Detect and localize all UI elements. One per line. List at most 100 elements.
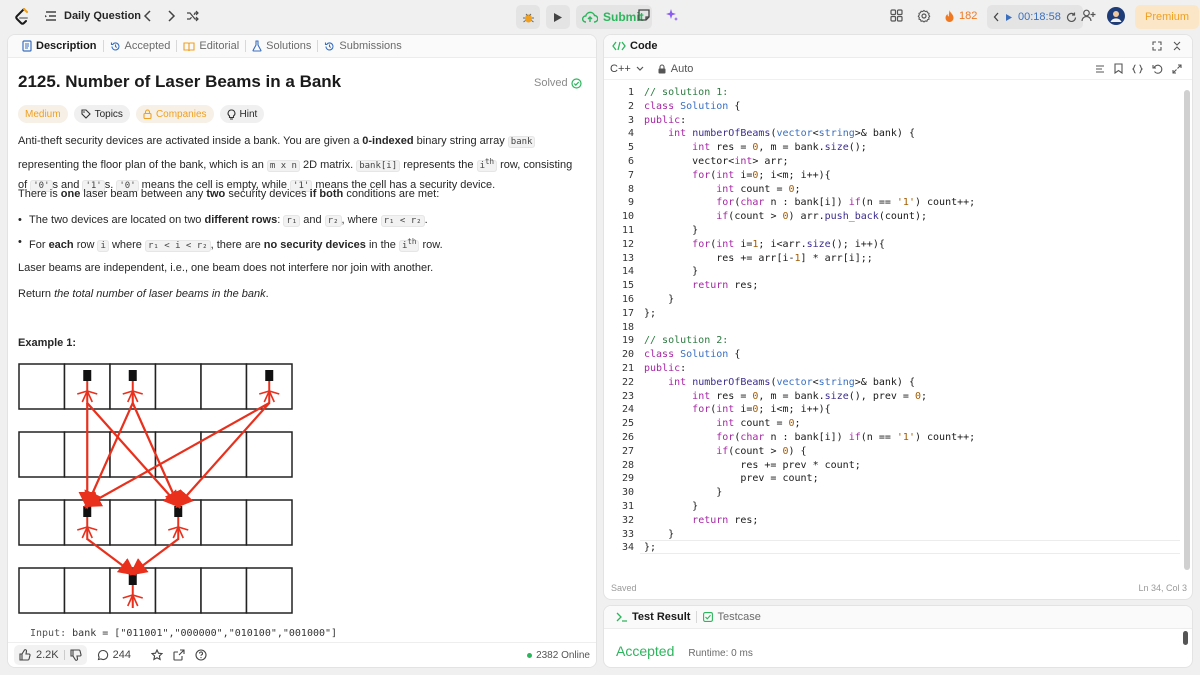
settings-button[interactable]	[917, 9, 931, 23]
text-run: representing the floor plan of the bank,…	[18, 159, 267, 171]
avatar[interactable]	[1107, 7, 1125, 25]
inline-code: r₁ < r₂	[380, 215, 425, 227]
divider	[63, 650, 65, 660]
debug-button[interactable]	[516, 5, 540, 29]
code-line: for(char n : bank[i]) if(n == '1') count…	[716, 197, 976, 209]
thumbs-up-icon	[19, 649, 31, 661]
bank-cell	[109, 499, 157, 546]
text-run: row	[73, 239, 98, 251]
gear-icon	[917, 9, 931, 23]
bank-cell	[200, 363, 248, 410]
description-paragraph-2: There is one laser beam between any two …	[18, 185, 578, 204]
comment-count: 244	[112, 649, 131, 661]
auto-mode[interactable]: Auto	[658, 62, 694, 75]
bookmark-icon[interactable]	[1114, 63, 1123, 74]
undo-icon[interactable]	[1152, 63, 1163, 74]
text-run: , there are	[210, 239, 264, 251]
logo-icon[interactable]	[14, 8, 30, 26]
tab-code[interactable]: Code	[610, 40, 664, 52]
add-user-icon	[1081, 9, 1096, 22]
scrollbar[interactable]	[1184, 90, 1190, 570]
text-run: .	[424, 214, 428, 226]
comments-button[interactable]: 244	[97, 649, 131, 661]
play-icon[interactable]	[1005, 13, 1013, 22]
text-run: Anti-theft security devices are activate…	[18, 135, 363, 147]
help-icon[interactable]	[195, 649, 207, 661]
superscript: th	[485, 157, 495, 166]
random-question-button[interactable]	[186, 10, 199, 22]
text-run: 2D matrix.	[299, 159, 357, 171]
tab-description[interactable]: Description	[16, 40, 103, 52]
difficulty-tag[interactable]: Medium	[18, 105, 68, 123]
share-icon[interactable]	[173, 649, 185, 661]
security-device	[128, 574, 137, 585]
current-line-highlight	[640, 540, 1180, 554]
inline-code: r₁	[283, 215, 301, 227]
problem-list-button[interactable]: Daily Question	[44, 9, 141, 23]
hint-label: Hint	[239, 108, 258, 120]
line-number: 20	[621, 349, 634, 361]
timer-widget[interactable]: 00:18:58	[987, 5, 1083, 29]
code-line: int count = 0;	[716, 183, 801, 195]
expand-icon[interactable]	[1152, 41, 1162, 51]
tab-editorial[interactable]: Editorial	[177, 40, 245, 52]
add-friend-button[interactable]	[1081, 9, 1096, 22]
prev-question-button[interactable]	[143, 10, 153, 22]
hint-tag[interactable]: Hint	[219, 105, 265, 123]
tab-submissions[interactable]: Submissions	[318, 40, 407, 52]
next-question-button[interactable]	[166, 10, 176, 22]
tab-solutions[interactable]: Solutions	[246, 40, 317, 52]
auto-label: Auto	[670, 62, 694, 75]
chevron-left-icon	[143, 10, 153, 22]
text-run: security devices	[225, 188, 310, 200]
line-number: 1	[627, 87, 634, 98]
text-run: laser beam between any	[80, 188, 207, 200]
tab-test-result[interactable]: Test Result	[610, 611, 696, 623]
history-icon	[324, 41, 335, 52]
tab-testcase[interactable]: Testcase	[697, 611, 766, 623]
chevron-left-icon[interactable]	[993, 12, 1000, 22]
collapse-icon[interactable]	[1172, 41, 1182, 51]
text-run: conditions are met:	[343, 188, 440, 200]
code-line: class Solution {	[644, 349, 741, 361]
companies-tag[interactable]: Companies	[135, 105, 214, 123]
star-icon[interactable]	[151, 649, 163, 661]
layout-button[interactable]	[890, 9, 903, 22]
online-status: 2382 Online	[527, 650, 590, 661]
braces-icon[interactable]	[1132, 63, 1143, 74]
reset-icon[interactable]	[1066, 12, 1077, 23]
scrollbar[interactable]	[1183, 631, 1188, 645]
code-line: prev = count;	[644, 473, 819, 485]
solved-status: Solved	[534, 77, 582, 89]
inline-code: r₁ < i < r₂	[144, 240, 211, 252]
premium-button[interactable]: Premium	[1135, 5, 1200, 29]
code-line: // solution 2:	[644, 335, 729, 347]
run-button[interactable]	[546, 5, 570, 29]
list-item: The two devices are located on two diffe…	[18, 211, 428, 230]
thumbs-down-icon[interactable]	[70, 649, 82, 661]
text-run: binary string array	[413, 135, 508, 147]
testcase-label: Testcase	[717, 611, 761, 623]
line-number: 8	[627, 183, 634, 195]
format-icon[interactable]	[1095, 63, 1105, 74]
text-bold: two	[206, 188, 226, 200]
lightbulb-icon	[227, 108, 236, 120]
language-select[interactable]: C++	[610, 63, 644, 75]
ai-assistant-button[interactable]	[665, 8, 679, 22]
security-device	[265, 370, 274, 381]
code-line: if(count > 0) {	[716, 445, 807, 457]
topics-tag[interactable]: Topics	[73, 105, 130, 123]
notes-button[interactable]	[637, 8, 651, 22]
checkbox-icon	[703, 612, 714, 622]
lock-icon	[658, 63, 666, 74]
fullscreen-icon[interactable]	[1172, 63, 1182, 74]
code-line: res += arr[i-1] * arr[i];;	[644, 252, 873, 264]
code-line: return res;	[692, 280, 759, 292]
example-title: Example 1:	[18, 337, 77, 349]
streak-counter[interactable]: 182	[944, 9, 977, 23]
tab-accepted[interactable]: Accepted	[104, 40, 177, 52]
note-icon	[637, 8, 651, 22]
like-button[interactable]: 2.2K	[14, 645, 87, 665]
description-paragraph-3: Laser beams are independent, i.e., one b…	[18, 262, 434, 274]
code-line: // solution 1:	[644, 87, 729, 98]
